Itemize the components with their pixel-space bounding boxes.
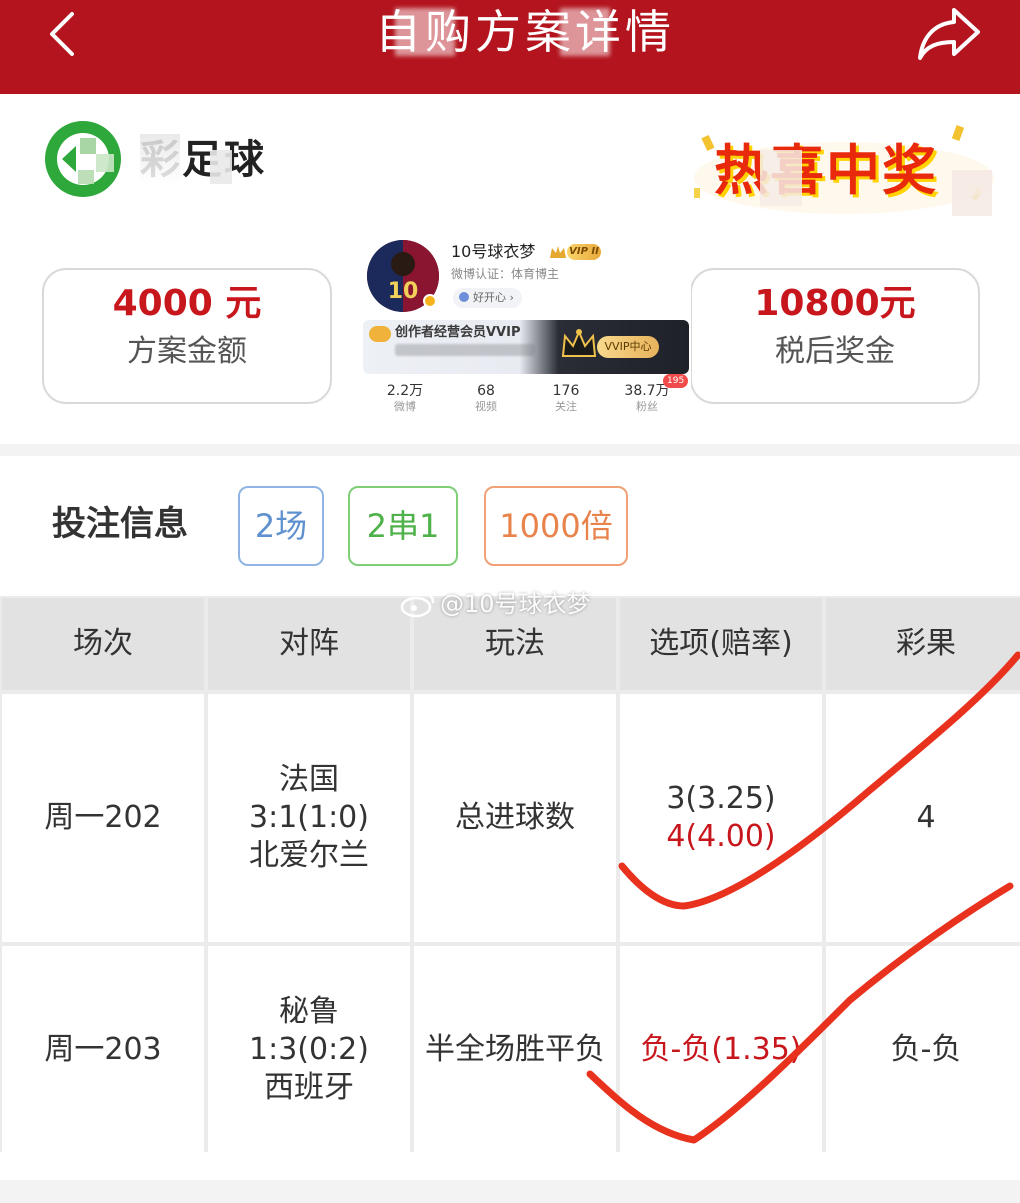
multiplier-tag: 1000倍 — [484, 486, 628, 566]
table-cell-match-no: 周一202 — [2, 694, 204, 942]
mood-icon — [459, 292, 469, 302]
matches-tag: 2场 — [238, 486, 324, 566]
share-icon[interactable] — [914, 2, 984, 64]
profile-stat-following[interactable]: 176 关注 — [526, 382, 606, 414]
blur-mosaic — [952, 170, 992, 216]
prize-card: 10800元 税后奖金 — [690, 268, 980, 404]
svg-text:10: 10 — [388, 279, 419, 304]
vvip-subtitle-blurred — [395, 344, 535, 356]
blur-mosaic — [210, 150, 232, 184]
vip-badge: VIP II — [567, 244, 601, 260]
blur-mosaic — [760, 150, 802, 206]
stat-label: 微博 — [394, 400, 416, 413]
table-cell-play: 总进球数 — [414, 694, 616, 942]
blur-mosaic — [140, 134, 180, 184]
score: 3:1(1:0) — [249, 800, 369, 835]
promo-text: 热喜中奖 — [714, 139, 938, 202]
crown-icon — [550, 246, 566, 258]
table-header-play: 玩法 — [414, 598, 616, 690]
prize-value: 10800元 — [754, 283, 916, 324]
fans-badge: 195 — [663, 374, 689, 388]
table-cell-fixture: 秘鲁 1:3(0:2) 西班牙 — [208, 946, 410, 1154]
parlay-tag: 2串1 — [348, 486, 458, 566]
away-team: 西班牙 — [264, 1070, 354, 1105]
profile-stat-video[interactable]: 68 视频 — [446, 382, 526, 414]
profile-stat-weibo[interactable]: 2.2万 微博 — [365, 382, 445, 414]
prize-label: 税后奖金 — [775, 334, 895, 369]
stat-number: 176 — [552, 383, 580, 399]
bet-info-title: 投注信息 — [52, 504, 188, 544]
home-team: 秘鲁 — [279, 994, 339, 1029]
vvip-logo-icon — [369, 326, 391, 342]
stat-label: 视频 — [475, 400, 497, 413]
mood-text: 好开心 › — [473, 291, 514, 304]
top-bar: 自购方案详情 — [0, 0, 1020, 94]
away-team: 北爱尔兰 — [249, 838, 369, 873]
table-cell-match-no: 周一203 — [2, 946, 204, 1154]
plan-amount-value: 4000 元 — [112, 283, 262, 324]
vvip-title: 创作者经营会员VVIP — [395, 325, 521, 340]
table-header-fixture: 对阵 — [208, 598, 410, 690]
table-header-result: 彩果 — [826, 598, 1020, 690]
option-item-hit: 4(4.00) — [666, 819, 776, 854]
profile-verification: 微博认证：体育博主 — [451, 267, 560, 281]
profile-name: 10号球衣梦 — [451, 242, 536, 261]
table-cell-option: 负-负(1.35) — [620, 946, 822, 1154]
option-item-hit: 负-负(1.35) — [640, 1032, 802, 1067]
stat-number: 2.2万 — [386, 383, 424, 399]
stat-label: 粉丝 — [636, 400, 658, 413]
table-cell-result: 4 — [826, 694, 1020, 942]
table-cell-play: 半全场胜平负 — [414, 946, 616, 1154]
table-header-option: 选项(赔率) — [620, 598, 822, 690]
stat-number: 68 — [477, 383, 495, 399]
vvip-center-button[interactable]: VVIP中心 — [597, 336, 659, 358]
bet-table: 场次 对阵 玩法 选项(赔率) 彩果 周一202 法国 3:1(1:0) 北爱尔… — [0, 596, 1020, 1154]
table-cell-result: 负-负 — [826, 946, 1020, 1154]
verified-icon — [423, 294, 437, 308]
stat-label: 关注 — [555, 400, 577, 413]
table-header-match-no: 场次 — [2, 598, 204, 690]
table-cell-fixture: 法国 3:1(1:0) 北爱尔兰 — [208, 694, 410, 942]
vvip-banner[interactable]: 创作者经营会员VVIP VVIP中心 — [363, 320, 689, 374]
blur-mosaic — [560, 8, 610, 56]
option-item: 3(3.25) — [666, 781, 776, 816]
blur-mosaic — [395, 8, 455, 56]
football-logo-icon — [45, 121, 121, 197]
plan-amount-card: 4000 元 方案金额 — [42, 268, 332, 404]
back-arrow-icon[interactable] — [40, 8, 84, 58]
score: 1:3(0:2) — [249, 1032, 369, 1067]
profile-card: 10 10号球衣梦 VIP II 微博认证：体育博主 好开心 › 创作者经营会员… — [363, 236, 691, 420]
bottom-spacer — [0, 1180, 1020, 1203]
profile-mood[interactable]: 好开心 › — [453, 288, 522, 308]
home-team: 法国 — [279, 762, 339, 797]
crown-icon — [561, 329, 597, 357]
section-divider — [0, 444, 1020, 456]
plan-amount-label: 方案金额 — [127, 334, 247, 369]
table-cell-option: 3(3.25) 4(4.00) — [620, 694, 822, 942]
